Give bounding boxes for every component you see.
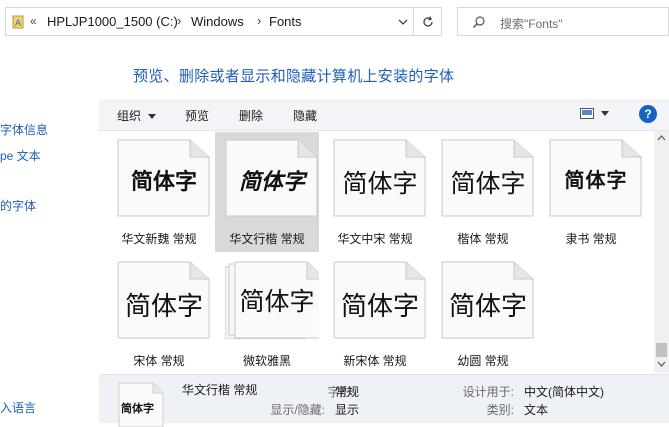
- preview-button[interactable]: 预览: [185, 107, 209, 124]
- details-title: 华文行楷 常规: [182, 383, 258, 397]
- font-tile[interactable]: 简体字华文新魏 常规: [107, 132, 211, 252]
- font-sample-text: 简体字: [564, 168, 628, 192]
- font-name: 华文行楷 常规: [229, 232, 305, 246]
- chevron-down-icon: [148, 113, 157, 119]
- scroll-up-icon[interactable]: [657, 135, 666, 141]
- font-tile[interactable]: 简体字 新宋体 常规: [323, 254, 427, 374]
- show-hide-value: 显示: [335, 403, 360, 417]
- font-tile[interactable]: 简体字宋体 常规: [107, 254, 211, 374]
- organize-button[interactable]: 组织: [117, 107, 157, 124]
- font-name: 隶书 常规: [565, 232, 617, 246]
- scrollbar-thumb[interactable]: [656, 343, 667, 357]
- designed-for-label: 设计用于:: [462, 385, 514, 399]
- category-label: 类别:: [486, 403, 514, 417]
- font-tile[interactable]: 简体字 微软雅黑: [215, 254, 319, 374]
- chevron-down-icon[interactable]: [601, 111, 609, 117]
- font-tile[interactable]: 简体字华文中宋 常规: [323, 132, 427, 252]
- page-title: 预览、删除或者显示和隐藏计算机上安装的字体: [133, 68, 455, 85]
- style-value: 常规: [335, 385, 360, 399]
- category-value: 文本: [524, 403, 549, 417]
- font-sample-text: 简体字: [124, 292, 203, 321]
- drive-icon: A: [12, 15, 24, 29]
- search-placeholder: 搜索"Fonts": [500, 17, 563, 31]
- font-sample-text: 简体字: [340, 292, 419, 321]
- font-sample-text: 简体字: [238, 169, 305, 195]
- font-name: 新宋体 常规: [343, 354, 407, 368]
- font-name: 华文新魏 常规: [121, 232, 197, 246]
- breadcrumb-overflow[interactable]: «: [30, 14, 37, 28]
- delete-button[interactable]: 删除: [239, 107, 263, 124]
- breadcrumb-separator-icon[interactable]: ›: [257, 13, 261, 28]
- scroll-down-icon[interactable]: [657, 361, 666, 367]
- font-name: 幼圆 常规: [457, 354, 509, 368]
- font-name: 宋体 常规: [133, 354, 185, 368]
- font-sample-text: 简体字: [450, 169, 526, 198]
- font-sample-text: 简体字: [130, 169, 197, 195]
- vertical-scrollbar[interactable]: [654, 131, 669, 373]
- font-name: 微软雅黑: [242, 354, 291, 368]
- refresh-icon: [422, 15, 433, 27]
- show-hide-label: 显示/隐藏:: [270, 403, 325, 417]
- details-sample: 简体字: [121, 402, 154, 415]
- breadcrumb-drive[interactable]: HPLJP1000_1500 (C:): [47, 14, 178, 29]
- font-tile[interactable]: 简体字楷体 常规: [431, 132, 535, 252]
- font-tile[interactable]: 简体字 隶书 常规: [539, 132, 643, 252]
- search-box[interactable]: 搜索"Fonts": [457, 7, 669, 36]
- organize-label: 组织: [117, 109, 142, 123]
- font-sample-text: 简体字: [448, 292, 527, 322]
- designed-for-value: 中文(简体中文): [524, 385, 604, 399]
- details-pane: 简体字 华文行楷 常规 字形: 常规 显示/隐藏: 显示 设计用于: 中文(简体…: [99, 374, 669, 427]
- hide-button[interactable]: 隐藏: [293, 107, 317, 124]
- search-icon: [473, 16, 485, 28]
- font-grid: 简体字 华文新魏 常规 简体字 华文行楷 常规 简体字 华文中宋 常规 简体字 楷体 常规 简体…: [99, 131, 654, 373]
- command-bar: 组织 预览 删除 隐藏 ?: [99, 99, 669, 131]
- help-icon[interactable]: ?: [639, 105, 657, 123]
- font-name: 楷体 常规: [457, 232, 509, 246]
- font-sample-text: 简体字: [239, 287, 315, 316]
- address-bar[interactable]: A « HPLJP1000_1500 (C:) › Windows › Font…: [5, 7, 441, 36]
- breadcrumb-windows[interactable]: Windows: [191, 14, 244, 29]
- font-tile[interactable]: 简体字华文行楷 常规: [215, 132, 319, 252]
- font-name: 华文中宋 常规: [337, 232, 413, 246]
- left-link-language[interactable]: 入语言: [0, 399, 36, 416]
- left-link-font-info[interactable]: 字体信息: [0, 121, 48, 138]
- chevron-down-icon[interactable]: [396, 15, 410, 29]
- left-link-fonts[interactable]: 的字体: [0, 197, 36, 214]
- svg-text:A: A: [15, 18, 21, 28]
- view-icon[interactable]: [580, 108, 594, 119]
- breadcrumb-fonts[interactable]: Fonts: [269, 14, 302, 29]
- font-sample-text: 简体字: [342, 169, 418, 198]
- font-tile[interactable]: 简体字幼圆 常规: [431, 254, 535, 374]
- refresh-button[interactable]: [413, 7, 442, 36]
- left-link-type-text[interactable]: pe 文本: [0, 147, 41, 164]
- breadcrumb-separator-icon[interactable]: ›: [177, 13, 181, 28]
